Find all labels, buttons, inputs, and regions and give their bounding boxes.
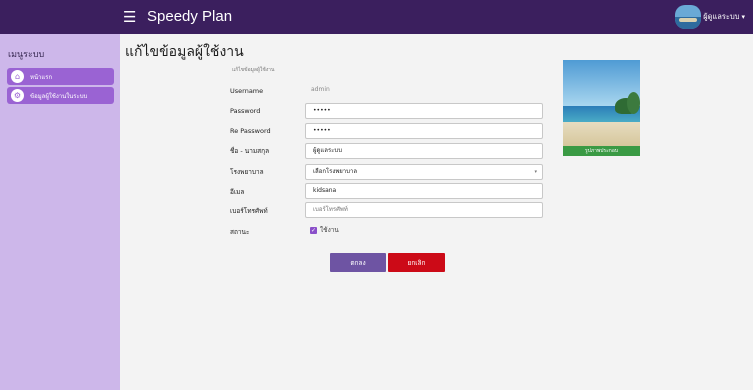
phone-label: เบอร์โทรศัพท์ xyxy=(230,207,268,215)
email-label: อีเมล xyxy=(230,188,245,196)
profile-photo: รูปภาพประกอบ xyxy=(563,60,640,156)
hospital-selected: เลือกโรงพยาบาล xyxy=(313,168,358,175)
avatar xyxy=(675,5,702,29)
password-field[interactable]: ••••• xyxy=(305,103,543,119)
cancel-button[interactable]: ยกเลิก xyxy=(388,253,445,272)
app-title[interactable]: Speedy Plan xyxy=(147,7,232,27)
sidebar-heading: เมนูระบบ xyxy=(8,50,45,60)
re-password-label: Re Password xyxy=(230,127,271,135)
user-name: ผู้ดูแลระบบ xyxy=(703,12,740,21)
status-checkbox-label: ใช้งาน xyxy=(320,226,339,234)
hamburger-icon[interactable]: ☰ xyxy=(123,7,136,27)
user-menu[interactable]: ผู้ดูแลระบบ ▾ xyxy=(675,5,745,29)
form-subcaption: แก้ไขข้อมูลผู้ใช้งาน xyxy=(232,67,275,73)
hospital-select[interactable]: เลือกโรงพยาบาล ▾ xyxy=(305,164,543,180)
page-title: แก้ไขข้อมูลผู้ใช้งาน xyxy=(125,44,244,60)
re-password-field[interactable]: ••••• xyxy=(305,123,543,139)
cogs-icon: ⚙ xyxy=(11,89,24,102)
top-navbar: ☰ Speedy Plan ผู้ดูแลระบบ ▾ xyxy=(0,0,753,34)
status-label: สถานะ xyxy=(230,228,250,236)
submit-button[interactable]: ตกลง xyxy=(330,253,386,272)
hospital-label: โรงพยาบาล xyxy=(230,168,264,176)
username-label: Username xyxy=(230,87,264,95)
status-checkbox[interactable]: ✓ xyxy=(310,227,317,234)
fullname-label: ชื่อ - นามสกุล xyxy=(230,147,270,155)
sidebar-item-home[interactable]: ⌂ หน้าแรก xyxy=(7,68,114,85)
username-value: admin xyxy=(311,86,330,93)
photo-caption[interactable]: รูปภาพประกอบ xyxy=(563,146,640,156)
fullname-field[interactable]: ผู้ดูแลระบบ xyxy=(305,143,543,159)
chevron-down-icon: ▾ xyxy=(534,169,537,175)
chevron-down-icon: ▾ xyxy=(741,13,745,21)
home-icon: ⌂ xyxy=(11,70,24,83)
email-field[interactable]: kidsana xyxy=(305,183,543,199)
phone-field[interactable]: เบอร์โทรศัพท์ xyxy=(305,202,543,218)
sidebar-item-label: ข้อมูลผู้ใช้งานในระบบ xyxy=(30,92,88,100)
password-label: Password xyxy=(230,107,261,115)
sidebar-item-users[interactable]: ⚙ ข้อมูลผู้ใช้งานในระบบ xyxy=(7,87,114,104)
sidebar-item-label: หน้าแรก xyxy=(30,73,53,81)
sidebar: เมนูระบบ ⌂ หน้าแรก ⚙ ข้อมูลผู้ใช้งานในระ… xyxy=(0,34,120,390)
